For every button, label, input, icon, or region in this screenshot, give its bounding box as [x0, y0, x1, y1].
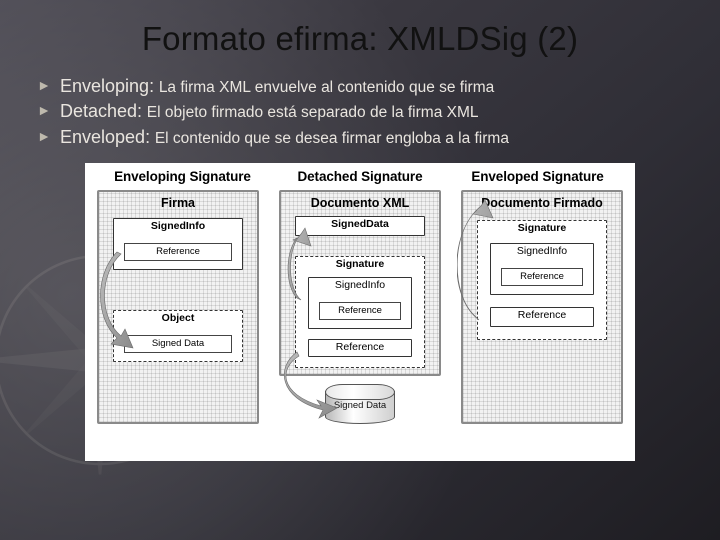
xmldsig-diagram: Enveloping Signature Detached Signature … [85, 163, 635, 461]
bullet-term: Detached: [60, 101, 142, 121]
signeddata-label: SignedData [296, 219, 424, 230]
panel-detached: Documento XML SignedData Signature Signe… [275, 188, 445, 430]
bullet-item: ► Enveloping: La firma XML envuelve al c… [36, 74, 690, 98]
signedinfo-label: SignedInfo [491, 246, 593, 257]
bullet-item: ► Detached: El objeto firmado está separ… [36, 99, 690, 123]
header-enveloping: Enveloping Signature [95, 169, 270, 184]
bullet-item: ► Enveloped: El contenido que se desea f… [36, 125, 690, 149]
ref-label: Reference [125, 246, 231, 257]
bullet-term: Enveloping: [60, 76, 154, 96]
bullet-desc: El objeto firmado está separado de la fi… [147, 104, 479, 121]
signature-label: Signature [478, 223, 606, 234]
panel-enveloped: Documento Firmado Signature SignedInfo R… [457, 188, 627, 430]
ref-label: Reference [320, 305, 400, 316]
outer-label: Documento XML [281, 196, 439, 210]
signedinfo-label: SignedInfo [114, 221, 242, 232]
bullet-desc: La firma XML envuelve al contenido que s… [159, 79, 494, 96]
slide: Formato efirma: XMLDSig (2) ► Enveloping… [0, 0, 720, 540]
outer-label: Firma [99, 196, 257, 210]
bullet-desc: El contenido que se desea firmar engloba… [155, 130, 509, 147]
db-label: Signed Data [325, 400, 395, 411]
header-enveloped: Enveloped Signature [450, 169, 625, 184]
outer-label: Documento Firmado [463, 196, 621, 210]
triangle-icon: ► [36, 125, 52, 147]
bullet-list: ► Enveloping: La firma XML envuelve al c… [36, 74, 690, 149]
header-detached: Detached Signature [273, 169, 448, 184]
signature-label: Signature [296, 259, 424, 270]
object-label: Object [114, 313, 242, 324]
bullet-term: Enveloped: [60, 127, 150, 147]
triangle-icon: ► [36, 74, 52, 96]
ref-label: Reference [491, 310, 593, 321]
panel-enveloping: Firma SignedInfo Reference Object Signed… [93, 188, 263, 430]
page-title: Formato efirma: XMLDSig (2) [30, 20, 690, 58]
ref-label: Reference [502, 271, 582, 282]
signeddata-label: Signed Data [125, 338, 231, 349]
signedinfo-label: SignedInfo [309, 280, 411, 291]
database-icon: Signed Data [325, 384, 395, 424]
triangle-icon: ► [36, 99, 52, 121]
ref-label: Reference [309, 342, 411, 353]
